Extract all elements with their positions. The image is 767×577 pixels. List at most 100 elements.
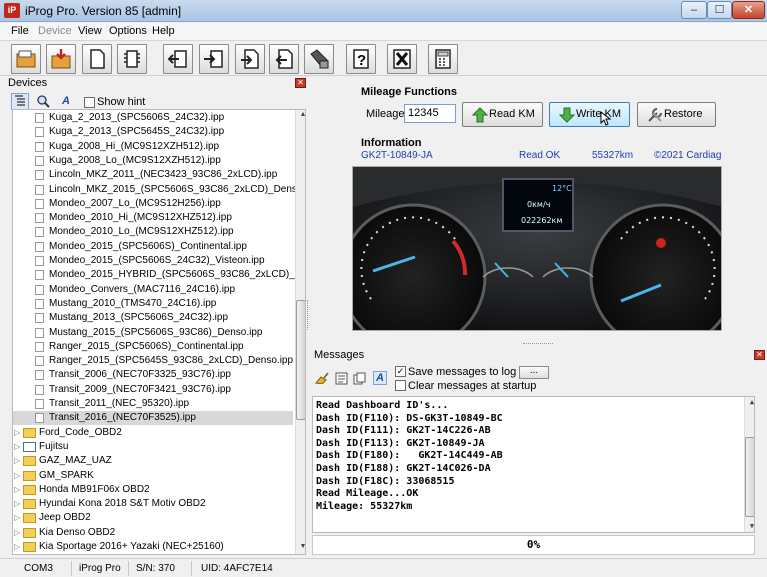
log-scroll-down-icon[interactable]: ▼: [747, 522, 754, 531]
read-km-button[interactable]: Read KM: [462, 102, 543, 127]
copy-button[interactable]: [353, 372, 366, 388]
menu-help[interactable]: Help: [152, 25, 175, 37]
expand-arrow-icon[interactable]: ▷: [14, 514, 21, 522]
expand-arrow-icon[interactable]: ▷: [14, 471, 21, 479]
log-scroll-up-icon[interactable]: ▲: [747, 398, 754, 407]
tree-view-button[interactable]: [11, 93, 29, 110]
file-icon: [35, 313, 44, 324]
write-button[interactable]: [199, 44, 229, 74]
device-file-item[interactable]: Kuga_2_2013_(SPC5645S_24C32).ipp: [13, 125, 293, 139]
expand-arrow-icon[interactable]: ▷: [14, 428, 21, 436]
menu-file[interactable]: File: [11, 25, 29, 37]
device-file-item[interactable]: Transit_2016_(NEC70F3525).ipp: [13, 411, 293, 426]
close-window-button[interactable]: ✕: [732, 1, 765, 19]
device-file-item[interactable]: Mondeo_2015_(SPC5606S_24C32)_Visteon.ipp: [13, 254, 293, 268]
show-hint-checkbox[interactable]: [84, 97, 95, 108]
menu-options[interactable]: Options: [109, 25, 147, 37]
search-button[interactable]: [34, 93, 52, 110]
scroll-down-arrow-icon[interactable]: ▼: [298, 543, 305, 552]
device-file-item[interactable]: Mondeo_2015_(SPC5606S)_Continental.ipp: [13, 240, 293, 254]
mileage-input[interactable]: 12345: [404, 104, 456, 123]
device-file-item[interactable]: Ranger_2015_(SPC5645S_93C86_2xLCD)_Denso…: [13, 354, 293, 368]
cancel-button[interactable]: [387, 44, 417, 74]
restore-button[interactable]: Restore: [637, 102, 716, 127]
device-folder-item[interactable]: ▷ Kia Sportage 2016+ Yazaki (NEC+25160): [13, 540, 293, 554]
expand-arrow-icon[interactable]: ▷: [14, 528, 21, 536]
calculator-button[interactable]: [428, 44, 458, 74]
device-folder-item[interactable]: ▷ Hyundai Kona 2018 S&T Motiv OBD2: [13, 497, 293, 511]
font-button[interactable]: A: [57, 93, 75, 110]
clear-messages-button[interactable]: [315, 372, 329, 387]
device-file-item[interactable]: Kuga_2008_Lo_(MC9S12XZH512).ipp: [13, 154, 293, 168]
device-file-item[interactable]: Kuga_2_2013_(SPC5606S_24C32).ipp: [13, 111, 293, 125]
mileage-label: Mileage:: [366, 108, 408, 120]
folder-icon: [23, 499, 36, 510]
log-scroll-thumb[interactable]: [745, 437, 754, 517]
browse-log-button[interactable]: ...: [519, 366, 549, 379]
maximize-button[interactable]: ☐: [707, 1, 732, 19]
device-file-item[interactable]: Mustang_2010_(TMS470_24C16).ipp: [13, 297, 293, 311]
read-button[interactable]: [163, 44, 193, 74]
log-line: Dash ID(F18C): 33068515: [316, 475, 455, 487]
device-file-item[interactable]: Ranger_2015_(SPC5606S)_Continental.ipp: [13, 340, 293, 354]
load-button[interactable]: [46, 44, 76, 74]
device-file-item[interactable]: Transit_2006_(NEC70F3325_93C76).ipp: [13, 368, 293, 382]
export-button[interactable]: [269, 44, 299, 74]
device-file-item[interactable]: Transit_2011_(NEC_95320).ipp: [13, 397, 293, 411]
save-log-checkbox[interactable]: ✓: [395, 366, 406, 377]
mileage-section-title: Mileage Functions: [361, 86, 457, 98]
expand-arrow-icon[interactable]: ▷: [14, 543, 21, 551]
import-button[interactable]: [235, 44, 265, 74]
device-file-item[interactable]: Lincoln_MKZ_2011_(NEC3423_93C86_2xLCD).i…: [13, 168, 293, 182]
device-file-item[interactable]: Mondeo_Convers_(MAC7116_24C16).ipp: [13, 283, 293, 297]
clear-startup-checkbox[interactable]: [395, 380, 406, 391]
expand-arrow-icon[interactable]: ▷: [14, 457, 21, 465]
select-all-button[interactable]: [335, 372, 348, 388]
status-uid: UID: 4AFC7E14: [201, 563, 273, 574]
device-file-item[interactable]: Transit_2009_(NEC70F3421_93C76).ipp: [13, 383, 293, 397]
new-button[interactable]: [82, 44, 112, 74]
messages-close-button[interactable]: ✕: [754, 350, 765, 360]
chip-save-button[interactable]: [304, 44, 334, 74]
device-file-item[interactable]: Mondeo_2010_Hi_(MC9S12XHZ512).ipp: [13, 211, 293, 225]
device-folder-item[interactable]: ▷ GM_SPARK: [13, 469, 293, 483]
status-serial: S/N: 370: [132, 561, 192, 576]
expand-arrow-icon[interactable]: ▷: [14, 485, 21, 493]
info-status: Read OK: [519, 150, 561, 161]
vertical-splitter[interactable]: [307, 300, 310, 330]
device-file-item[interactable]: Mustang_2015_(SPC5606S_93C86)_Denso.ipp: [13, 326, 293, 340]
device-folder-item[interactable]: ▷ Jeep OBD2: [13, 511, 293, 525]
log-scrollbar[interactable]: ▲ ▼: [744, 397, 754, 532]
tree-scroll-thumb[interactable]: [296, 300, 305, 420]
message-log[interactable]: Read Dashboard ID's... Dash ID(F110): DS-…: [312, 396, 755, 533]
chip-button[interactable]: [117, 44, 147, 74]
device-file-item[interactable]: Mondeo_2010_Lo_(MC9S12XHZ512).ipp: [13, 225, 293, 239]
device-folder-label: Kia Denso OBD2: [39, 526, 116, 538]
minimize-button[interactable]: –: [681, 1, 707, 19]
progress-indicator: 0%: [312, 535, 755, 555]
device-folder-item[interactable]: ▷ Kia Denso OBD2: [13, 526, 293, 540]
device-file-item[interactable]: Kuga_2008_Hi_(MC9S12XZH512).ipp: [13, 140, 293, 154]
scroll-up-arrow-icon[interactable]: ▲: [298, 111, 305, 120]
device-file-label: Mondeo_2015_HYBRID_(SPC5606S_93C86_2xLCD…: [49, 269, 306, 281]
menu-view[interactable]: View: [78, 25, 102, 37]
device-file-item[interactable]: Mustang_2013_(SPC5606S_24C32).ipp: [13, 311, 293, 325]
device-file-item[interactable]: Mondeo_2007_Lo_(MC9S12H256).ipp: [13, 197, 293, 211]
messages-font-button[interactable]: A: [373, 371, 387, 385]
device-folder-item[interactable]: ▷ Honda MB91F06x OBD2: [13, 483, 293, 497]
devices-close-button[interactable]: ✕: [295, 78, 306, 88]
device-tree[interactable]: Kuga_2_2013_(SPC5606S_24C32).ipp Kuga_2_2…: [12, 109, 306, 555]
menu-device[interactable]: Device: [38, 25, 72, 37]
device-folder-item[interactable]: ▷ Ford_Code_OBD2: [13, 426, 293, 440]
tree-scrollbar[interactable]: ▲ ▼: [295, 110, 305, 554]
device-file-label: Transit_2016_(NEC70F3525).ipp: [49, 412, 196, 424]
device-folder-item[interactable]: ▷ GAZ_MAZ_UAZ: [13, 454, 293, 468]
write-km-button[interactable]: Write KM: [549, 102, 630, 127]
device-file-item[interactable]: Mondeo_2015_HYBRID_(SPC5606S_93C86_2xLCD…: [13, 268, 305, 282]
help-button[interactable]: ?: [346, 44, 376, 74]
expand-arrow-icon[interactable]: ▷: [14, 500, 21, 508]
expand-arrow-icon[interactable]: ▷: [14, 442, 21, 450]
device-folder-item[interactable]: ▷ Fujitsu: [13, 440, 293, 454]
open-button[interactable]: [11, 44, 41, 74]
device-file-item[interactable]: Lincoln_MKZ_2015_(SPC5606S_93C86_2xLCD)_…: [13, 183, 305, 197]
